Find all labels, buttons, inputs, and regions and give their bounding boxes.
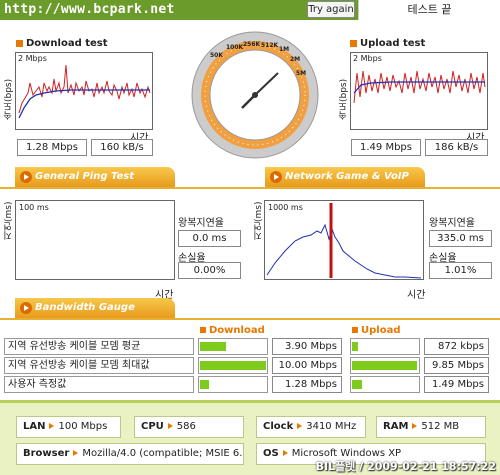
legend-download: Download xyxy=(200,325,265,336)
ping-loss-value: 0.00% xyxy=(178,262,241,279)
gauge-tick: 100K xyxy=(226,44,244,51)
gauge-tick: 50K xyxy=(210,52,223,59)
info-cpu: CPU 586 xyxy=(134,416,244,438)
gauge-tick: 2M xyxy=(290,56,301,63)
download-graph xyxy=(18,64,151,119)
upload-value: 1.49 Mbps xyxy=(424,376,489,393)
row-label: 사용자 측정값 xyxy=(4,376,194,393)
download-bar xyxy=(198,338,268,355)
triangle-icon xyxy=(167,423,173,429)
triangle-icon xyxy=(49,423,55,429)
game-rtt-value: 335.0 ms xyxy=(429,230,492,247)
watermark: http://www.bcpark.net xyxy=(4,2,175,17)
upload-kbs: 186 kB/s xyxy=(425,139,488,156)
square-bullet-icon xyxy=(200,327,206,333)
gauge-tick: 1M xyxy=(279,46,290,53)
download-title: Download test xyxy=(16,38,108,49)
triangle-icon xyxy=(282,450,288,456)
gauge-tick: 512K xyxy=(261,42,279,49)
download-bar xyxy=(198,376,268,393)
upload-plot: 2 Mbps xyxy=(350,52,488,130)
info-clock: Clock 3410 MHz xyxy=(256,416,366,438)
download-bar-fill xyxy=(200,361,266,370)
square-bullet-icon xyxy=(16,39,23,47)
triangle-icon xyxy=(412,423,418,429)
tab-general-ping[interactable]: General Ping Test xyxy=(15,167,175,187)
game-x-label: 시간 xyxy=(407,290,426,301)
upload-bar xyxy=(350,357,420,374)
arrow-icon xyxy=(20,302,32,314)
info-ram: RAM 512 MB xyxy=(376,416,486,438)
arrow-icon xyxy=(20,171,32,183)
download-y-label: 속도(bps) xyxy=(4,78,14,120)
download-mbps: 1.28 Mbps xyxy=(17,139,87,156)
row-label: 지역 유선방송 케이블 모뎀 최대값 xyxy=(4,357,194,374)
upload-bar-fill xyxy=(352,380,362,389)
upload-value: 872 kbps xyxy=(424,338,489,355)
upload-bar-fill xyxy=(352,361,418,370)
arrow-icon xyxy=(270,171,282,183)
square-bullet-icon xyxy=(350,39,357,47)
row-label: 지역 유선방송 케이블 모뎀 평균 xyxy=(4,338,194,355)
triangle-icon xyxy=(297,423,303,429)
timestamp: BIL플렛 / 2009-02-21 18:57:22 xyxy=(315,460,496,473)
gauge-tick: 5M xyxy=(296,70,307,77)
download-value: 10.00 Mbps xyxy=(272,357,342,374)
triangle-icon xyxy=(73,450,79,456)
download-kbs: 160 kB/s xyxy=(91,139,153,156)
download-value: 3.90 Mbps xyxy=(272,338,342,355)
game-graph xyxy=(266,203,422,279)
upload-bar xyxy=(350,338,420,355)
game-rtt-label: 왕복지연율 xyxy=(429,218,475,229)
upload-mbps: 1.49 Mbps xyxy=(351,139,421,156)
download-bar xyxy=(198,357,268,374)
upload-bar-fill xyxy=(352,342,358,351)
ping-y-top: 100 ms xyxy=(19,203,49,212)
square-bullet-icon xyxy=(352,327,358,333)
divider xyxy=(0,187,500,189)
tab-network-game[interactable]: Network Game & VoIP Test xyxy=(265,167,425,202)
download-plot: 2 Mbps xyxy=(15,52,153,130)
info-browser: Browser Mozilla/4.0 (compatible; MSIE 6.0 xyxy=(16,443,244,465)
tab-bandwidth-gauge[interactable]: Bandwidth Gauge xyxy=(15,298,175,318)
legend-upload: Upload xyxy=(352,325,400,336)
upload-bar xyxy=(350,376,420,393)
ping-y-label: 지연(ms) xyxy=(4,201,14,240)
game-loss-value: 1.01% xyxy=(429,262,492,279)
game-plot: 1000 ms xyxy=(264,200,424,280)
upload-y-label: 속도(bps) xyxy=(339,78,349,120)
upload-title: Upload test xyxy=(350,38,425,49)
divider xyxy=(0,318,500,320)
upload-graph xyxy=(353,70,486,104)
test-status: 테스트 끝 xyxy=(358,0,500,20)
ping-rtt-value: 0.0 ms xyxy=(178,230,241,247)
download-bar-fill xyxy=(200,342,226,351)
speed-gauge: 50K 100K 256K 512K 1M 2M 5M xyxy=(190,30,320,160)
info-lan: LAN 100 Mbps xyxy=(16,416,121,438)
gauge-tick: 256K xyxy=(243,41,261,48)
upload-value: 9.85 Mbps xyxy=(424,357,489,374)
ping-rtt-label: 왕복지연율 xyxy=(178,218,224,229)
ping-plot: 100 ms xyxy=(15,200,175,280)
download-bar-fill xyxy=(200,380,209,389)
download-value: 1.28 Mbps xyxy=(272,376,342,393)
try-again-button[interactable]: Try again xyxy=(307,1,355,18)
